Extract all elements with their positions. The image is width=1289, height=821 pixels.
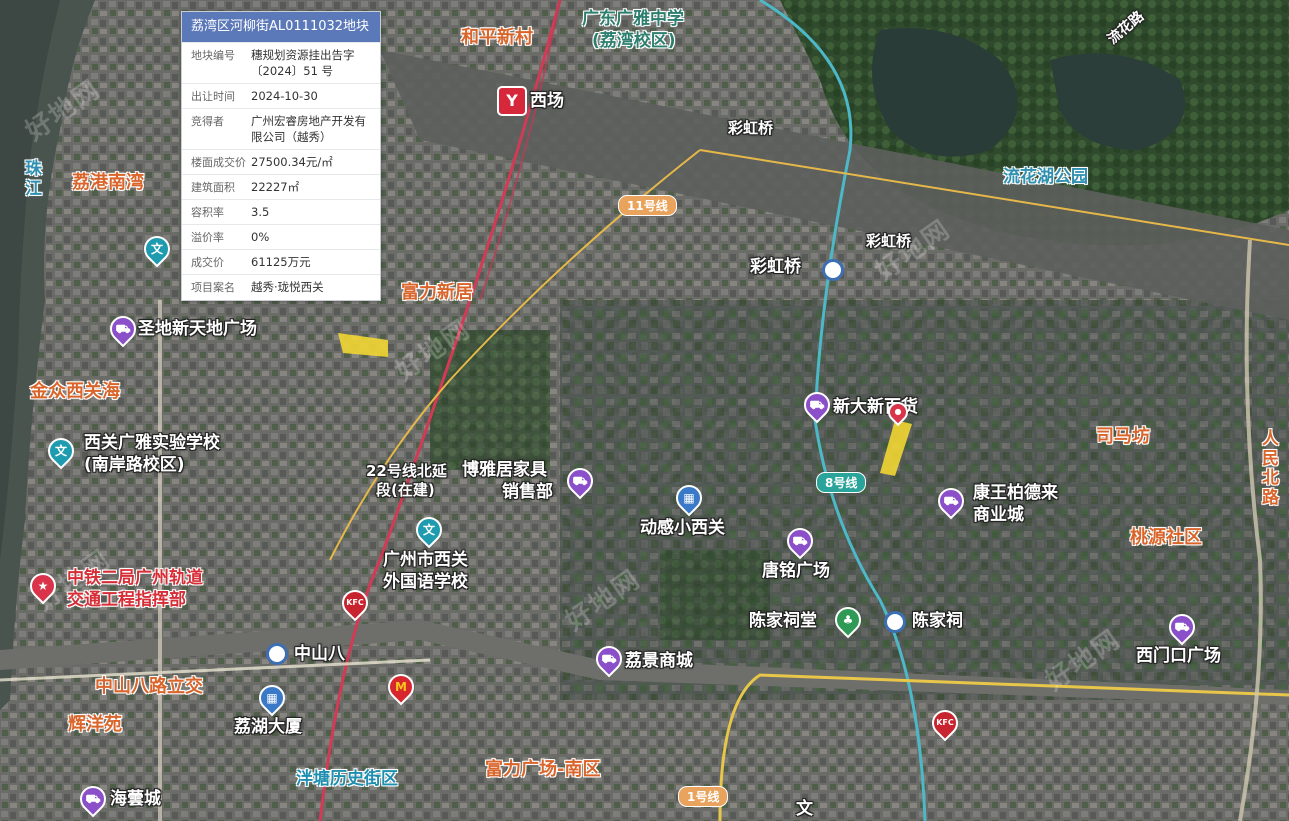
label-chenjiacitang[interactable]: 陈家祠堂 (749, 611, 817, 632)
land-info-value: 越秀·珑悦西关 (251, 280, 324, 295)
label-shengdi[interactable]: 圣地新天地广场 (138, 319, 257, 340)
land-info-value: 0% (251, 230, 270, 245)
land-info-table: 地块编号 穗规划资源挂出告字〔2024〕51 号出让时间 2024-10-30 竞得者… (182, 41, 380, 300)
land-info-row: 容积率 3.5 (182, 199, 380, 224)
metro-line-8-badge[interactable]: 8号线 (816, 472, 867, 493)
label-tangming[interactable]: 唐铭广场 (762, 561, 830, 582)
label-caihongqiao-station[interactable]: 彩虹桥 (750, 257, 801, 278)
metro-line-1-badge[interactable]: 1号线 (678, 786, 729, 807)
metro-station-zhongshanba-icon[interactable] (266, 643, 288, 665)
land-info-value: 穗规划资源挂出告字〔2024〕51 号 (251, 47, 355, 78)
label-zhongshanbalu[interactable]: 中山八路立交 (95, 676, 203, 698)
land-info-value: 22227㎡ (251, 180, 300, 195)
land-info-key: 地块编号 (191, 48, 235, 62)
label-jinzhong[interactable]: 金众西关海 (30, 381, 120, 403)
label-fuli-south[interactable]: 富力广场-南区 (485, 759, 600, 781)
land-info-row: 竞得者 广州宏睿房地产开发有限公司（越秀） (182, 107, 380, 149)
land-info-row: 溢价率 0% (182, 224, 380, 249)
label-chenjiaci[interactable]: 陈家祠 (912, 611, 963, 632)
label-caihongqiao-point[interactable]: 彩虹桥 (866, 232, 911, 250)
label-simafang[interactable]: 司马坊 (1096, 426, 1150, 448)
land-info-value: 27500.34元/㎡ (251, 155, 333, 170)
land-info-key: 出让时间 (191, 89, 235, 103)
metro-station-chenjiaci-icon[interactable] (884, 611, 906, 633)
label-xiguan-campus[interactable]: (南岸路校区) (84, 455, 185, 476)
label-kangwang-city[interactable]: 商业城 (973, 505, 1024, 526)
label-ximenkou[interactable]: 西门口广场 (1136, 646, 1221, 667)
label-wen-bottom: 文 (796, 799, 813, 819)
land-info-value: 61125万元 (251, 255, 311, 270)
label-waiguoyu-school[interactable]: 外国语学校 (383, 572, 468, 593)
label-haiyun[interactable]: 海蕓城 (110, 789, 161, 810)
land-info-value: 3.5 (251, 205, 270, 220)
label-boya[interactable]: 博雅居家具 (462, 460, 547, 481)
land-info-row: 项目案名 越秀·珑悦西关 (182, 274, 380, 299)
label-taoyuan[interactable]: 桃源社区 (1130, 527, 1202, 549)
label-zhongshanba[interactable]: 中山八 (294, 644, 345, 665)
label-guangya-school[interactable]: 广东广雅中学 (582, 9, 684, 30)
land-info-key: 楼面成交价 (191, 156, 246, 170)
land-info-key: 成交价 (191, 256, 224, 270)
land-info-title: 荔湾区河柳街AL0111032地块 (182, 12, 380, 42)
land-info-row: 楼面成交价 27500.34元/㎡ (182, 149, 380, 174)
land-info-key: 溢价率 (191, 231, 224, 245)
land-info-value: 2024-10-30 (251, 88, 318, 103)
land-info-key: 竞得者 (191, 114, 224, 128)
land-info-row: 出让时间 2024-10-30 (182, 82, 380, 108)
label-liuhua-park[interactable]: 流花湖公园 (1003, 167, 1088, 188)
land-info-row: 成交价 61125万元 (182, 249, 380, 274)
label-huiyang[interactable]: 辉洋苑 (68, 714, 122, 736)
metro-station-caihongqiao-icon[interactable] (822, 259, 844, 281)
label-line22-b[interactable]: 段(在建) (376, 481, 435, 499)
label-zhujiang: 珠江 (25, 159, 42, 199)
land-info-row: 建筑面积 22227㎡ (182, 174, 380, 199)
land-info-key: 容积率 (191, 206, 224, 220)
label-fulixinju[interactable]: 富力新居 (401, 282, 473, 304)
label-donggan[interactable]: 动感小西关 (640, 518, 725, 539)
label-ligangnanwan[interactable]: 荔港南湾 (72, 172, 144, 194)
label-caihongqiao-road[interactable]: 彩虹桥 (728, 119, 773, 137)
label-xiguan-school[interactable]: 西关广雅实验学校 (84, 433, 220, 454)
label-yangtang[interactable]: 泮塘历史街区 (296, 769, 398, 790)
land-info-row: 地块编号 穗规划资源挂出告字〔2024〕51 号 (182, 41, 380, 83)
land-info-key: 建筑面积 (191, 181, 235, 195)
label-zhongtie[interactable]: 中铁二局广州轨道 (67, 568, 203, 589)
land-info-value: 广州宏睿房地产开发有限公司（越秀） (251, 113, 366, 144)
label-boya-sales[interactable]: 销售部 (502, 482, 553, 503)
label-waiguoyu[interactable]: 广州市西关 (383, 550, 468, 571)
label-kangwang[interactable]: 康王柏德来 (973, 483, 1058, 504)
metro-line-11-badge[interactable]: 11号线 (618, 195, 677, 216)
label-guangya-campus[interactable]: (荔湾校区) (592, 31, 676, 52)
label-lijing[interactable]: 荔景商城 (625, 651, 693, 672)
label-lihu[interactable]: 荔湖大厦 (234, 717, 302, 738)
land-info-key: 项目案名 (191, 281, 235, 295)
label-line22-a[interactable]: 22号线北延 (366, 462, 447, 480)
label-xichang[interactable]: 西场 (530, 91, 564, 112)
land-info-card[interactable]: 荔湾区河柳街AL0111032地块 地块编号 穗规划资源挂出告字〔2024〕51 … (181, 11, 381, 301)
metro-xichang-icon[interactable]: Y (497, 86, 527, 116)
label-renmin-road[interactable]: 人民北路 (1262, 429, 1282, 508)
label-zhongtie-hq[interactable]: 交通工程指挥部 (67, 590, 186, 611)
label-heping[interactable]: 和平新村 (461, 27, 533, 49)
